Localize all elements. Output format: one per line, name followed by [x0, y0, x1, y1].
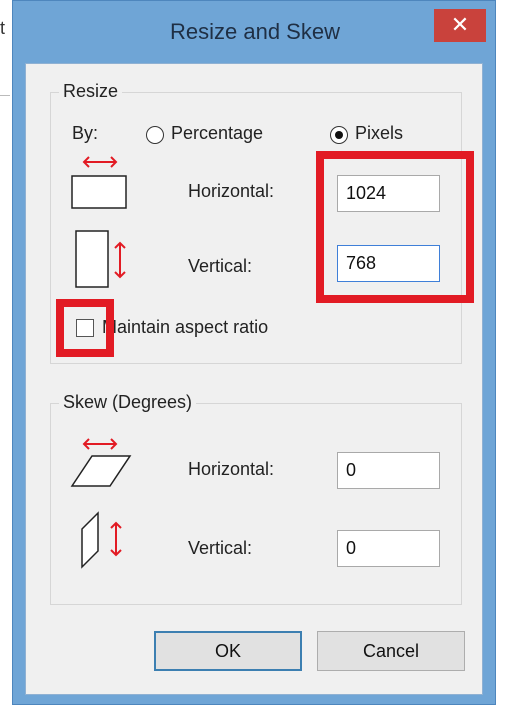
skew-group-title: Skew (Degrees) — [59, 392, 197, 413]
resize-vertical-input[interactable] — [337, 245, 440, 282]
cancel-button[interactable]: Cancel — [317, 631, 465, 671]
background-window-edge: t — [0, 0, 12, 716]
percentage-label[interactable]: Percentage — [171, 123, 263, 144]
pixels-radio[interactable] — [330, 126, 348, 144]
background-text: t — [0, 18, 6, 38]
skew-vertical-icon — [81, 511, 122, 569]
resize-group-title: Resize — [59, 81, 123, 102]
background-divider — [0, 95, 10, 96]
resize-vertical-icon — [75, 230, 126, 288]
dialog-title: Resize and Skew — [170, 19, 340, 44]
skew-vertical-label: Vertical: — [188, 538, 253, 558]
resize-skew-dialog: Resize and Skew ✕ Resize By: Percentage … — [12, 0, 496, 705]
skew-horizontal-input[interactable] — [337, 452, 440, 489]
resize-horizontal-icon — [71, 156, 127, 209]
pixels-label[interactable]: Pixels — [355, 123, 403, 144]
skew-vertical-input[interactable] — [337, 530, 440, 567]
maintain-aspect-checkbox[interactable] — [76, 319, 94, 337]
skew-horizontal-icon — [70, 438, 132, 487]
resize-vertical-label: Vertical: — [188, 256, 253, 276]
close-icon: ✕ — [450, 12, 470, 37]
skew-horizontal-label: Horizontal: — [188, 459, 275, 479]
ok-button[interactable]: OK — [154, 631, 302, 671]
by-label: By: — [72, 123, 99, 143]
resize-horizontal-label: Horizontal: — [188, 181, 275, 201]
resize-horizontal-input[interactable] — [337, 175, 440, 212]
maintain-aspect-label[interactable]: Maintain aspect ratio — [102, 317, 268, 338]
percentage-radio[interactable] — [146, 126, 164, 144]
dialog-client-area: Resize By: Percentage Pixels Horizontal:… — [25, 63, 483, 695]
close-button[interactable]: ✕ — [434, 9, 486, 42]
